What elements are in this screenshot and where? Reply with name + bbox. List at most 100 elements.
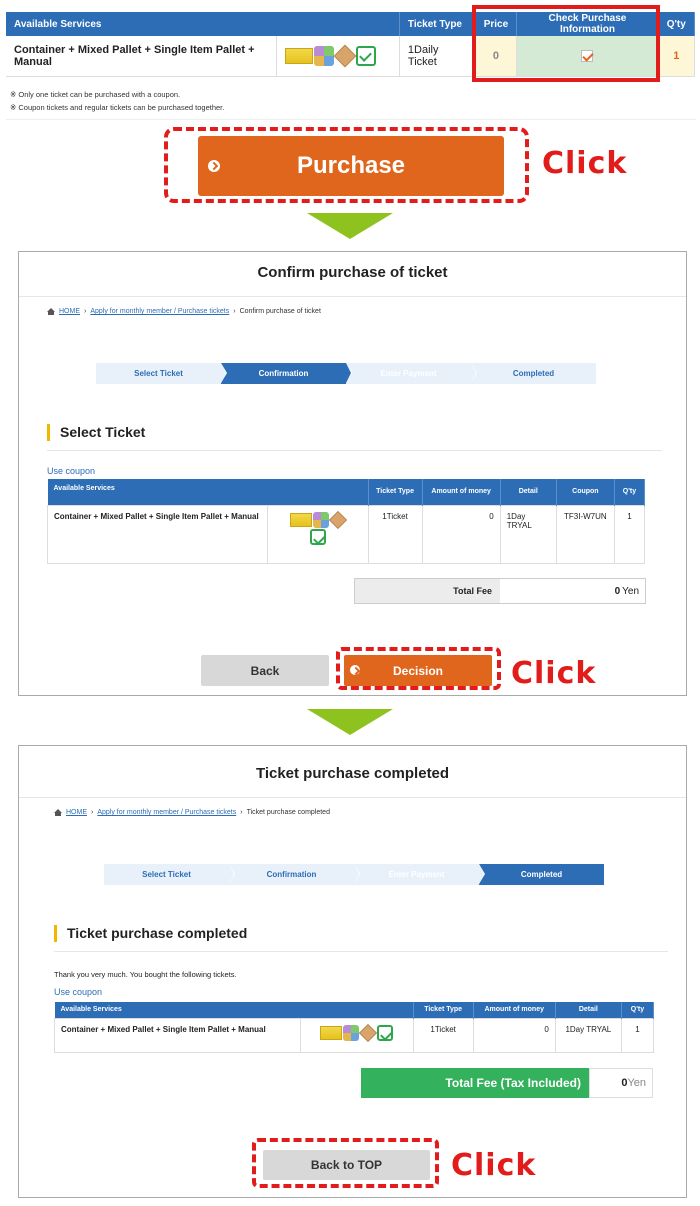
check-highlight-box: [472, 5, 660, 82]
step-confirmation: Confirmation: [221, 363, 352, 384]
purchase-table: Available Services Ticket Type Amount of…: [46, 479, 646, 564]
total-fee-value: 0 Yen: [589, 1068, 653, 1098]
chevron-circle-icon: [208, 160, 220, 172]
use-coupon-link[interactable]: Use coupon: [54, 987, 102, 997]
divider: [47, 450, 662, 451]
total-fee-row: Total Fee 0 Yen: [354, 578, 646, 604]
manual-icon: [377, 1024, 394, 1041]
back-to-top-button[interactable]: Back to TOP: [263, 1150, 430, 1180]
header-services: Available Services: [54, 1002, 414, 1018]
thanks-message: Thank you very much. You bought the foll…: [54, 970, 237, 979]
completed-panel: Ticket purchase completed HOME › Apply f…: [18, 745, 687, 1198]
step-label: Select Ticket: [134, 369, 183, 378]
page-title: Confirm purchase of ticket: [257, 264, 448, 281]
header-amount: Amount of money: [473, 1002, 556, 1018]
step-enter-payment: Enter Payment: [354, 864, 485, 885]
service-name: Container + Mixed Pallet + Single Item P…: [46, 504, 269, 564]
service-icons: [267, 504, 369, 564]
container-pallet-icon: [320, 1025, 343, 1040]
decision-button[interactable]: Decision: [344, 655, 492, 686]
step-label: Enter Payment: [388, 870, 445, 879]
ticket-type: 1Ticket: [367, 504, 423, 564]
use-coupon-link[interactable]: Use coupon: [47, 466, 95, 476]
step-completed: Completed: [471, 363, 596, 384]
down-arrow-icon: [307, 213, 393, 239]
container-pallet-icon: [284, 47, 313, 64]
single-item-pallet-icon: [333, 44, 357, 68]
home-icon: [47, 308, 55, 315]
ticket-type: 1Ticket: [412, 1017, 474, 1053]
header-qty: Q'ty: [614, 479, 646, 505]
table-row: Container + Mixed Pallet + Single Item P…: [53, 1017, 655, 1053]
breadcrumb-parent[interactable]: Apply for monthly member / Purchase tick…: [90, 308, 229, 315]
click-label: Click: [511, 656, 597, 691]
step-confirmation: Confirmation: [229, 864, 360, 885]
step-label: Confirmation: [266, 870, 317, 879]
step-label: Confirmation: [258, 369, 309, 378]
total-fee-row: Total Fee (Tax Included) 0 Yen: [361, 1068, 653, 1098]
chevron-circle-icon: [350, 665, 360, 675]
service-icons: [276, 36, 400, 77]
step-label: Select Ticket: [142, 870, 191, 879]
breadcrumb-home[interactable]: HOME: [66, 809, 87, 816]
container-pallet-icon: [289, 512, 312, 527]
purchase-button-label: Purchase: [296, 152, 406, 179]
total-unit: Yen: [627, 1077, 646, 1089]
mixed-pallet-icon: [343, 1024, 360, 1041]
header-services: Available Services: [6, 12, 400, 36]
total-unit: Yen: [622, 585, 639, 597]
note-1: ※ Only one ticket can be purchased with …: [10, 90, 181, 99]
header-services: Available Services: [47, 479, 369, 505]
detail-value: 1Day TRYAL: [499, 504, 557, 564]
header-detail: Detail: [555, 1002, 622, 1018]
note-2: ※ Coupon tickets and regular tickets can…: [10, 103, 225, 112]
breadcrumb-sep: ›: [240, 809, 243, 816]
section-heading: Select Ticket: [47, 424, 145, 441]
section-heading: Ticket purchase completed: [54, 925, 247, 942]
service-name: Container + Mixed Pallet + Single Item P…: [53, 1017, 302, 1053]
step-select-ticket: Select Ticket: [104, 864, 235, 885]
breadcrumb-current: Confirm purchase of ticket: [239, 308, 321, 315]
confirm-panel: Confirm purchase of ticket HOME › Apply …: [18, 251, 687, 696]
header-ticket-type: Ticket Type: [368, 479, 423, 505]
qty-value: 1: [620, 1017, 655, 1053]
back-button[interactable]: Back: [201, 655, 329, 686]
single-item-pallet-icon: [359, 1023, 378, 1042]
amount-value: 0: [472, 1017, 556, 1053]
manual-icon: [309, 528, 326, 545]
total-fee-label: Total Fee (Tax Included): [361, 1068, 589, 1098]
header-qty: Q'ty: [658, 12, 696, 36]
amount-value: 0: [421, 504, 501, 564]
step-enter-payment: Enter Payment: [346, 363, 477, 384]
down-arrow-icon: [307, 709, 393, 735]
header-amount: Amount of money: [422, 479, 501, 505]
breadcrumb-parent[interactable]: Apply for monthly member / Purchase tick…: [97, 809, 236, 816]
mixed-pallet-icon: [312, 511, 329, 528]
breadcrumb-home[interactable]: HOME: [59, 308, 80, 315]
divider: [19, 296, 686, 297]
step-select-ticket: Select Ticket: [96, 363, 227, 384]
purchase-button[interactable]: Purchase: [198, 136, 504, 196]
divider: [19, 797, 686, 798]
qty-value: 1: [613, 504, 646, 564]
header-detail: Detail: [500, 479, 557, 505]
breadcrumb: HOME › Apply for monthly member / Purcha…: [54, 809, 330, 816]
breadcrumb-current: Ticket purchase completed: [246, 809, 330, 816]
header-ticket-type: Ticket Type: [399, 12, 476, 36]
breadcrumb-sep: ›: [233, 308, 236, 315]
progress-steps: Select Ticket Confirmation Enter Payment…: [104, 864, 604, 885]
breadcrumb-sep: ›: [91, 809, 94, 816]
service-name: Container + Mixed Pallet + Single Item P…: [6, 36, 277, 77]
step-label: Completed: [520, 870, 563, 879]
header-ticket-type: Ticket Type: [413, 1002, 474, 1018]
step-label: Enter Payment: [380, 369, 437, 378]
purchased-table: Available Services Ticket Type Amount of…: [53, 1002, 655, 1053]
breadcrumb: HOME › Apply for monthly member / Purcha…: [47, 308, 321, 315]
coupon-notes: ※ Only one ticket can be purchased with …: [10, 88, 224, 114]
step-label: Completed: [512, 369, 555, 378]
table-row: Container + Mixed Pallet + Single Item P…: [46, 504, 646, 564]
decision-button-label: Decision: [392, 663, 443, 678]
click-label: Click: [451, 1148, 537, 1183]
detail-value: 1Day TRYAL: [554, 1017, 622, 1053]
divider: [54, 951, 668, 952]
